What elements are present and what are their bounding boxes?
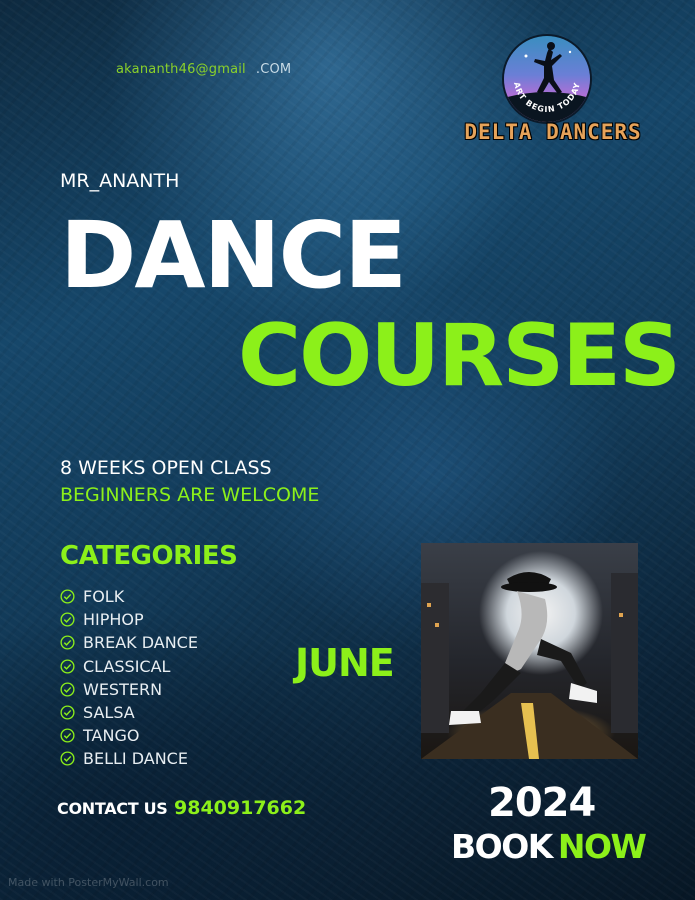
dancer-photo [421,543,638,759]
category-label: SALSA [83,703,135,723]
delta-dancers-logo: ART BEGIN TODAY DELTA DANCERS [448,36,658,154]
course-year: 2024 [488,780,596,826]
category-item: WESTERN [60,678,198,701]
book-word: BOOK [451,827,553,866]
categories-list: FOLK HIPHOP BREAK DANCE CLASSICAL WESTER… [60,585,198,771]
contact-phone[interactable]: 9840917662 [174,797,306,819]
logo-brand-name: DELTA DANCERS [464,120,642,144]
category-label: TANGO [83,726,140,746]
categories-heading: CATEGORIES [60,541,238,571]
category-item: TANGO [60,724,198,747]
check-circle-icon [60,659,75,674]
check-circle-icon [60,589,75,604]
dancer-figure-icon [421,572,638,759]
check-circle-icon [60,751,75,766]
now-word: NOW [557,827,647,866]
course-month: JUNE [295,641,395,685]
check-circle-icon [60,728,75,743]
category-item: HIPHOP [60,608,198,631]
check-circle-icon [60,635,75,651]
category-item: FOLK [60,585,198,608]
email-address: akananth46@gmail .COM [116,62,291,77]
title-courses: COURSES [238,306,681,406]
email-domain: .COM [255,62,292,77]
contact-label: CONTACT US [57,799,168,818]
category-label: WESTERN [83,679,163,699]
category-label: BELLI DANCE [83,749,188,769]
title-dance: DANCE [60,202,407,309]
presenter-name: MR_ANANTH [60,170,180,192]
check-circle-icon [60,612,75,627]
dancer-silhouette-icon: ART BEGIN TODAY [504,42,590,122]
email-user: akananth46@gmail [116,62,246,77]
category-item: SALSA [60,701,198,724]
logo-emblem: ART BEGIN TODAY [504,36,590,122]
poster: akananth46@gmail .COM ART BEGIN TODAY DEL… [0,0,695,900]
book-now-cta[interactable]: BOOK NOW [451,827,647,866]
category-label: CLASSICAL [83,656,171,676]
category-item: BELLI DANCE [60,747,198,770]
category-label: BREAK DANCE [83,633,198,653]
check-circle-icon [60,682,75,697]
course-duration: 8 WEEKS OPEN CLASS [60,457,272,479]
category-item: CLASSICAL [60,655,198,678]
check-circle-icon [60,705,75,720]
course-audience: BEGINNERS ARE WELCOME [60,484,320,506]
category-label: FOLK [83,587,125,607]
category-item: BREAK DANCE [60,631,198,654]
watermark: Made with PosterMyWall.com [8,876,169,889]
category-label: HIPHOP [83,610,144,630]
